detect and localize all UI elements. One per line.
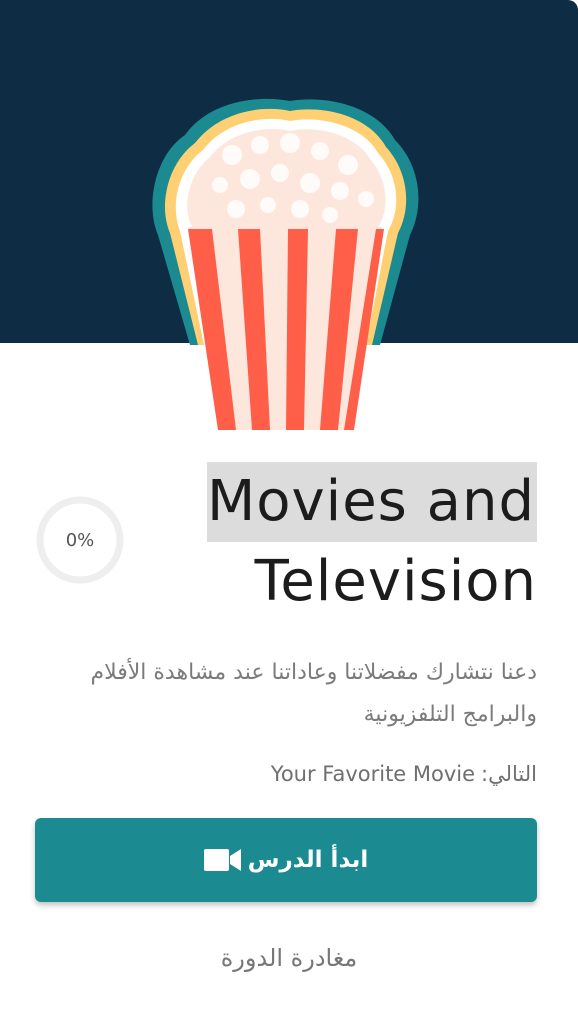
course-title: Movies and Television: [157, 462, 537, 622]
next-label: التالي:: [481, 762, 537, 786]
progress-label: 0%: [65, 529, 95, 551]
start-lesson-button[interactable]: ابدأ الدرس: [35, 818, 537, 902]
next-value: Your Favorite Movie: [270, 762, 476, 786]
popcorn-icon: [152, 98, 419, 430]
start-lesson-label: ابدأ الدرس: [247, 847, 369, 873]
lesson-description: دعنا نتشارك مفضلاتنا وعاداتنا عند مشاهدة…: [90, 660, 537, 727]
title-line-1: Movies and: [206, 462, 537, 542]
title-line-2: Television: [254, 549, 537, 614]
next-lesson: التالي:Your Favorite Movie: [27, 756, 537, 792]
leave-course-link[interactable]: مغادرة الدورة: [0, 936, 578, 980]
video-camera-icon: [203, 847, 242, 873]
